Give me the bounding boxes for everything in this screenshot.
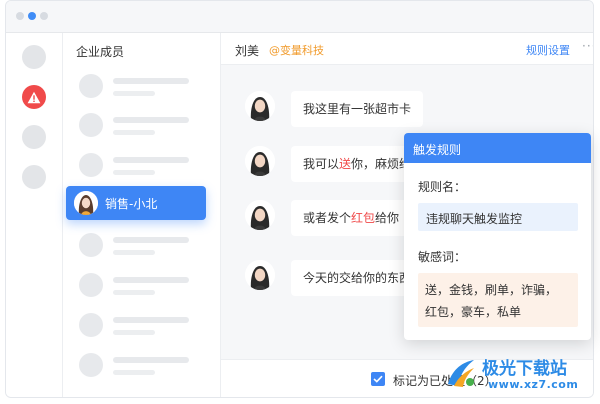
member-list-title: 企业成员 xyxy=(76,45,125,59)
member-item-active[interactable]: 销售-小北 xyxy=(66,186,206,220)
sensitive-words-box: 送，金钱，刷单，诈骗， 红包，豪车，私单 xyxy=(418,273,578,327)
woman-avatar-icon xyxy=(245,200,275,230)
aurora-logo-icon xyxy=(448,360,474,387)
icon-sidebar xyxy=(6,33,63,397)
avatar xyxy=(245,91,275,121)
warning-triangle-icon xyxy=(27,91,41,103)
trigger-rule-popup: 触发规则 规则名： 违规聊天触发监控 敏感词： 送，金钱，刷单，诈骗， 红包，豪… xyxy=(404,133,591,340)
member-item-placeholder[interactable] xyxy=(79,152,209,178)
member-name: 销售-小北 xyxy=(105,197,158,211)
nav-icon-placeholder[interactable] xyxy=(22,165,46,189)
contact-company: @变量科技 xyxy=(269,44,324,57)
member-item-placeholder[interactable] xyxy=(79,73,209,99)
member-item-placeholder[interactable] xyxy=(79,272,209,298)
avatar xyxy=(74,191,98,215)
window-dot[interactable] xyxy=(16,12,24,20)
avatar xyxy=(245,200,275,230)
avatar xyxy=(245,146,275,176)
popup-title: 触发规则 xyxy=(413,143,462,157)
window-dot[interactable] xyxy=(40,12,48,20)
message-bubble: 我这里有一张超市卡 xyxy=(291,91,424,127)
member-item-placeholder[interactable] xyxy=(79,352,209,378)
nav-icon-placeholder[interactable] xyxy=(22,125,46,149)
popup-header: 触发规则 xyxy=(404,133,591,163)
window-dot-active[interactable] xyxy=(28,12,36,20)
woman-avatar-icon xyxy=(245,146,275,176)
watermark-url: www.xz7.com xyxy=(488,378,579,391)
sensitive-words-label: 敏感词： xyxy=(418,250,467,264)
alert-icon[interactable] xyxy=(22,85,46,109)
sensitive-words-line: 送，金钱，刷单，诈骗， xyxy=(425,283,558,297)
woman-avatar-icon xyxy=(74,191,98,215)
watermark: 极光下载站 www.xz7.com xyxy=(444,352,596,400)
sensitive-words-line: 红包，豪车，私单 xyxy=(425,305,522,319)
member-item-placeholder[interactable] xyxy=(79,112,209,138)
member-item-placeholder[interactable] xyxy=(79,312,209,338)
rules-settings-link[interactable]: 规则设置 xyxy=(526,42,570,58)
rule-name-label: 规则名： xyxy=(418,180,467,194)
chat-header: 刘美 @变量科技 规则设置 ··· xyxy=(221,33,593,65)
more-icon[interactable]: ··· xyxy=(582,39,593,53)
rule-name-value: 违规聊天触发监控 xyxy=(426,212,523,226)
woman-avatar-icon xyxy=(245,91,275,121)
contact-name: 刘美 xyxy=(235,44,260,58)
watermark-title: 极光下载站 xyxy=(482,359,567,379)
nav-icon-placeholder[interactable] xyxy=(22,45,46,69)
message-bubble: 或者发个红包给你 xyxy=(291,200,412,236)
avatar xyxy=(245,260,275,290)
mark-processed-checkbox[interactable] xyxy=(371,372,385,386)
rule-name-box: 违规聊天触发监控 xyxy=(418,203,578,231)
member-item-placeholder[interactable] xyxy=(79,232,209,258)
title-bar xyxy=(6,1,593,33)
woman-avatar-icon xyxy=(245,260,275,290)
checkmark-icon xyxy=(373,375,383,383)
